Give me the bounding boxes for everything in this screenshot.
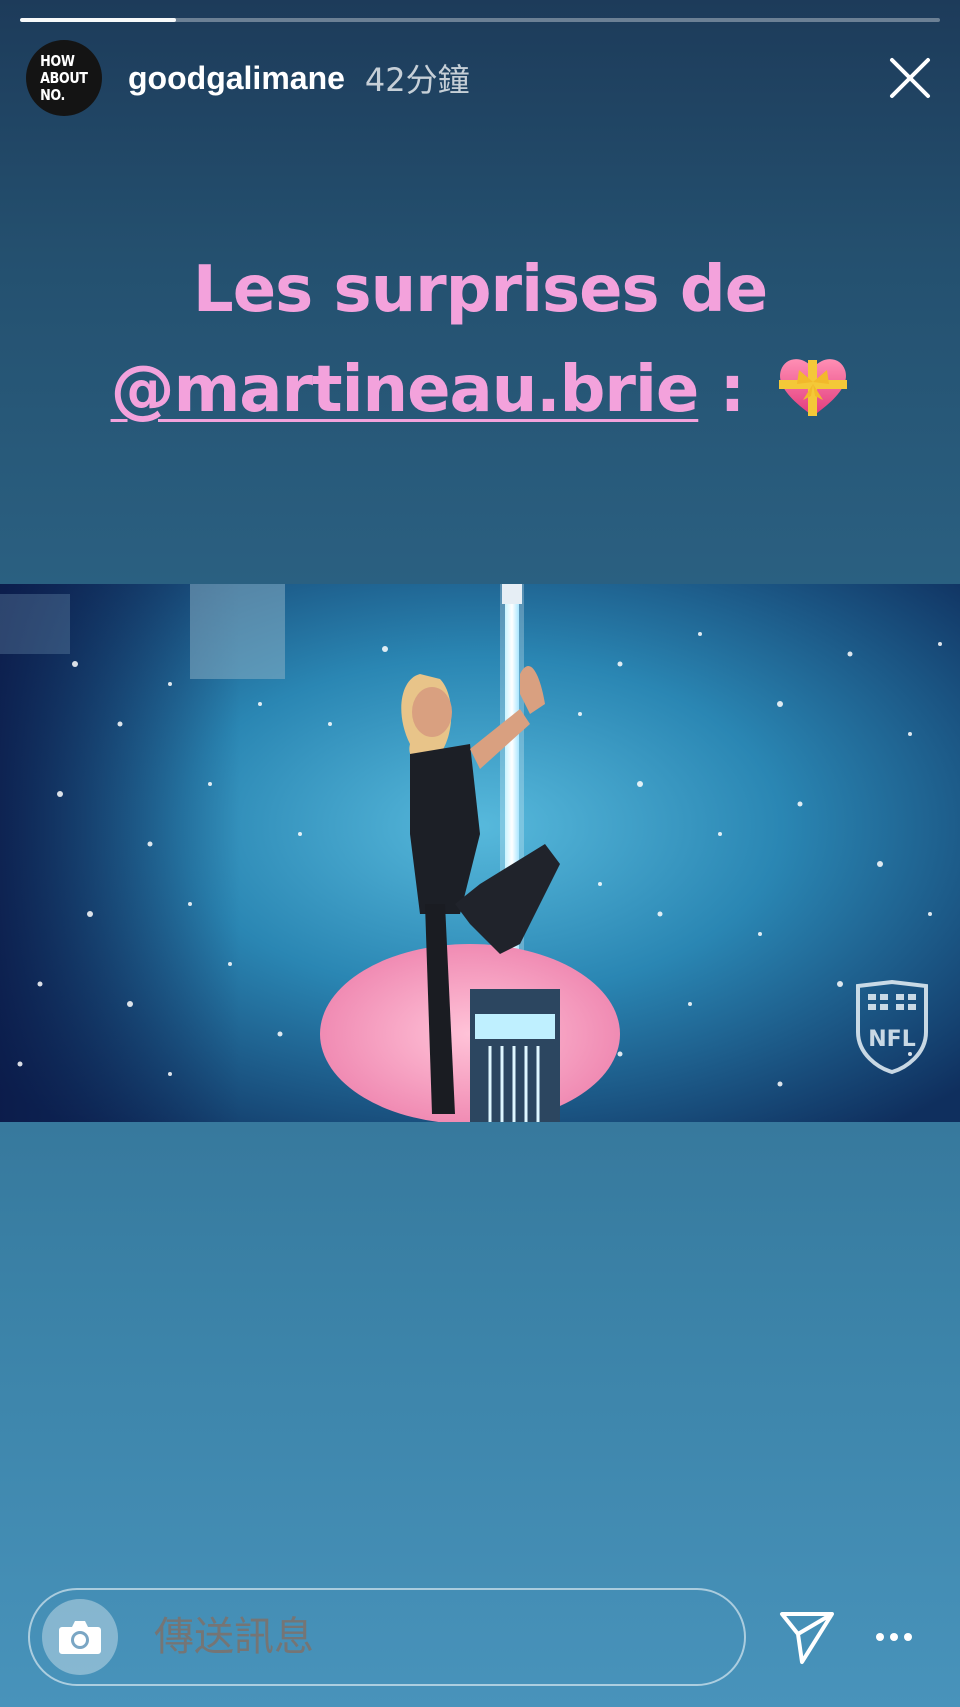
- send-icon[interactable]: [778, 1608, 836, 1666]
- camera-button[interactable]: [42, 1599, 118, 1675]
- camera-icon: [59, 1621, 101, 1654]
- story-progress-bar: [20, 18, 940, 22]
- caption-line-2: @martineau.brie :: [0, 340, 960, 440]
- caption-separator: :: [698, 353, 746, 427]
- message-input[interactable]: [152, 1613, 656, 1661]
- mention-link[interactable]: @martineau.brie: [111, 353, 700, 427]
- post-time: 42分鐘: [364, 61, 470, 99]
- performer-on-pole-image: NFL: [0, 584, 960, 1122]
- username[interactable]: goodgalimane: [128, 60, 345, 97]
- story-progress-fill: [20, 18, 177, 22]
- caption-line-1: Les surprises de: [192, 253, 768, 327]
- story-footer: [28, 1587, 940, 1687]
- message-box[interactable]: [28, 1588, 746, 1686]
- avatar-logo-text: HOW ABOUT NO.: [40, 51, 88, 104]
- story-header: HOW ABOUT NO. goodgalimane 42分鐘: [26, 40, 940, 116]
- story-video-frame[interactable]: NFL: [0, 584, 960, 1122]
- avatar[interactable]: HOW ABOUT NO.: [26, 40, 102, 116]
- story-caption: Les surprises de @martineau.brie :: [0, 240, 960, 440]
- more-icon[interactable]: [874, 1627, 914, 1647]
- nfl-watermark: NFL: [868, 1027, 915, 1052]
- close-icon[interactable]: [886, 54, 934, 102]
- heart-with-ribbon-emoji-icon: [779, 359, 848, 417]
